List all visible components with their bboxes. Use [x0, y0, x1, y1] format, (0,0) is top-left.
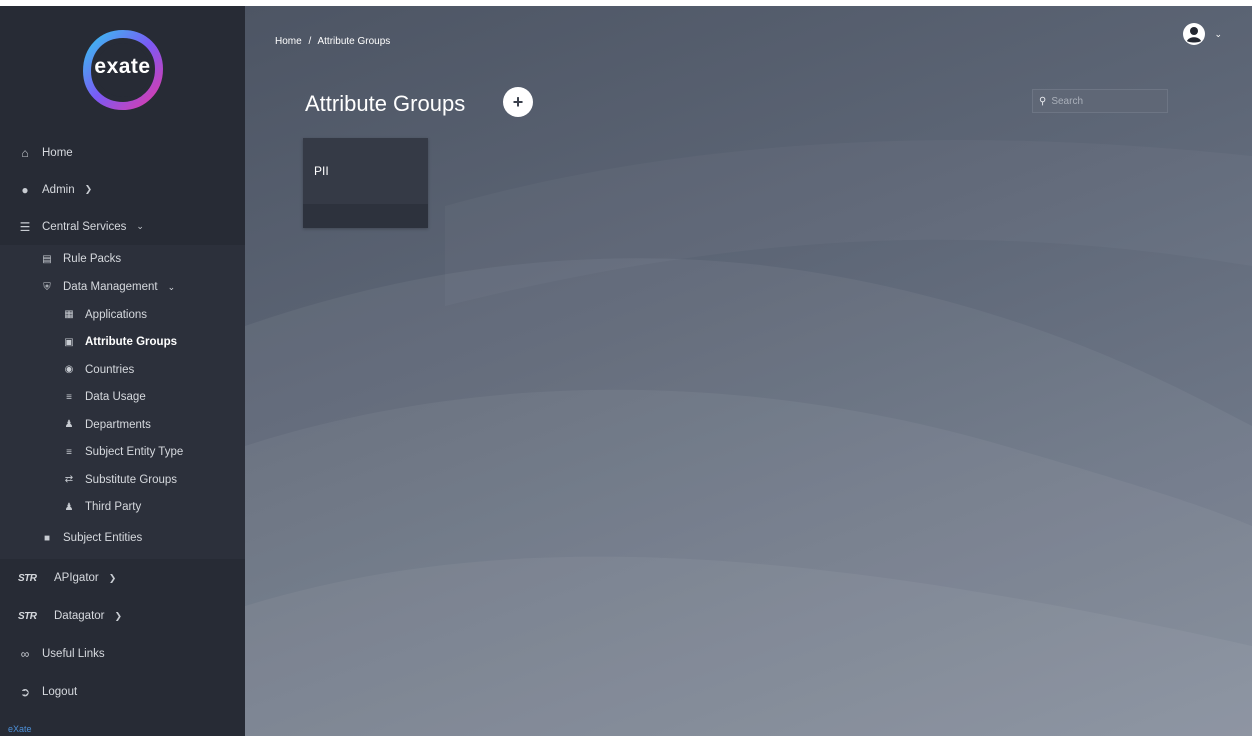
chevron-down-icon: ⌄ [1214, 28, 1222, 39]
logo-area: exate [0, 6, 245, 134]
sidebar: exate ⌂ Home ● Admin ❯ ☰ Central Service… [0, 6, 250, 736]
add-attribute-group-button[interactable]: + [503, 87, 533, 117]
exate-logo[interactable]: exate [82, 29, 164, 111]
sidebar-item-central-services[interactable]: ☰ Central Services ⌄ [0, 208, 245, 245]
users-cog-icon: ● [21, 182, 29, 197]
app-root: exate ⌂ Home ● Admin ❯ ☰ Central Service… [0, 6, 1252, 736]
home-icon: ⌂ [21, 145, 29, 160]
sidebar-item-subject-entities[interactable]: ■ Subject Entities [0, 521, 245, 555]
sidebar-item-useful-links[interactable]: ∞ Useful Links [0, 635, 245, 673]
sidebar-item-label: Central Services [42, 220, 127, 233]
sidebar-item-subject-entity-type[interactable]: ≡ Subject Entity Type [0, 439, 245, 467]
sidebar-item-label: Rule Packs [63, 253, 122, 265]
sidebar-item-substitute-groups[interactable]: ⇄ Substitute Groups [0, 466, 245, 494]
sidebar-item-label: Home [42, 146, 73, 159]
sidebar-item-label: Subject Entity Type [85, 446, 184, 459]
user-menu[interactable]: ⌄ [1182, 22, 1222, 46]
sidebar-item-countries[interactable]: ◉ Countries [0, 356, 245, 384]
chevron-down-icon: ⌄ [136, 221, 144, 231]
sidebar-item-apigator[interactable]: STR APIgator ❯ [0, 559, 245, 597]
chevron-right-icon: ❯ [114, 610, 123, 621]
sidebar-item-label: Third Party [85, 501, 142, 514]
sidebar-item-rule-packs[interactable]: ▤ Rule Packs [0, 245, 245, 273]
sidebar-item-data-usage[interactable]: ≡ Data Usage [0, 384, 245, 412]
sidebar-item-applications[interactable]: ▦ Applications [0, 301, 245, 329]
central-services-submenu: ▤ Rule Packs ⛨ Data Management ⌄ ▦ Appli… [0, 245, 245, 559]
list-icon: ≡ [66, 446, 72, 458]
sidebar-item-label: Data Management [63, 281, 158, 293]
list-alt-icon: ▤ [42, 253, 52, 265]
page-title: Attribute Groups [305, 91, 466, 116]
sliders-icon: ≡ [66, 391, 72, 403]
sidebar-item-label: Applications [85, 308, 148, 321]
sidebar-item-label: Subject Entities [63, 532, 143, 544]
globe-icon: ◉ [64, 364, 74, 376]
sidebar-item-departments[interactable]: ♟ Departments [0, 411, 245, 439]
sidebar-item-label: Data Usage [85, 391, 146, 404]
sidebar-item-label: Admin [42, 183, 75, 196]
search-icon: ⚲ [1039, 95, 1047, 107]
sidebar-footer-brand[interactable]: eXate [8, 724, 32, 734]
sidebar-item-label: Attribute Groups [85, 336, 177, 349]
sidebar-item-label: Countries [85, 363, 135, 376]
sidebar-item-label: Substitute Groups [85, 473, 178, 486]
exchange-icon: ⇄ [64, 474, 74, 486]
user-avatar-icon [1183, 23, 1206, 45]
sidebar-item-datagator[interactable]: STR Datagator ❯ [0, 597, 245, 635]
user-tie-icon: ♟ [64, 419, 74, 431]
sidebar-item-home[interactable]: ⌂ Home [0, 134, 245, 171]
book-icon: ■ [43, 532, 51, 544]
apigator-logo-icon: STR [18, 572, 37, 584]
breadcrumb: Home / Attribute Groups [275, 36, 394, 47]
layers-icon: ☰ [19, 219, 31, 234]
chevron-right-icon: ❯ [84, 184, 93, 194]
search-input[interactable] [1051, 95, 1152, 107]
users-icon: ♟ [64, 501, 74, 513]
breadcrumb-separator: / [308, 36, 312, 47]
card-footer [303, 204, 428, 228]
id-card-icon: ▣ [64, 336, 74, 348]
sidebar-item-third-party[interactable]: ♟ Third Party [0, 494, 245, 522]
card-title: PII [314, 164, 329, 178]
sidebar-item-data-management[interactable]: ⛨ Data Management ⌄ [0, 273, 245, 301]
attribute-group-card[interactable]: PII [303, 138, 428, 228]
sidebar-item-label: Departments [85, 418, 151, 431]
sidebar-item-logout[interactable]: ➲ Logout [0, 673, 245, 711]
sidebar-item-admin[interactable]: ● Admin ❯ [0, 171, 245, 208]
breadcrumb-home[interactable]: Home [275, 36, 302, 47]
grid-icon: ▦ [64, 309, 74, 321]
sidebar-item-label: Logout [42, 686, 78, 698]
search-box: ⚲ [1032, 89, 1168, 113]
chevron-down-icon: ⌄ [167, 281, 176, 292]
logo-text: exate [94, 55, 151, 78]
chevron-right-icon: ❯ [108, 572, 117, 583]
sign-out-icon: ➲ [19, 685, 31, 699]
breadcrumb-current: Attribute Groups [317, 36, 391, 47]
link-icon: ∞ [20, 647, 30, 661]
sidebar-item-label: APIgator [54, 572, 99, 584]
sidebar-item-label: Datagator [54, 610, 105, 622]
sidebar-item-label: Useful Links [42, 648, 105, 660]
datagator-logo-icon: STR [18, 610, 37, 622]
main-content: Home / Attribute Groups ⌄ Attribute Grou… [245, 6, 1252, 736]
sidebar-item-attribute-groups[interactable]: ▣ Attribute Groups [0, 329, 245, 357]
shield-icon: ⛨ [43, 281, 51, 293]
